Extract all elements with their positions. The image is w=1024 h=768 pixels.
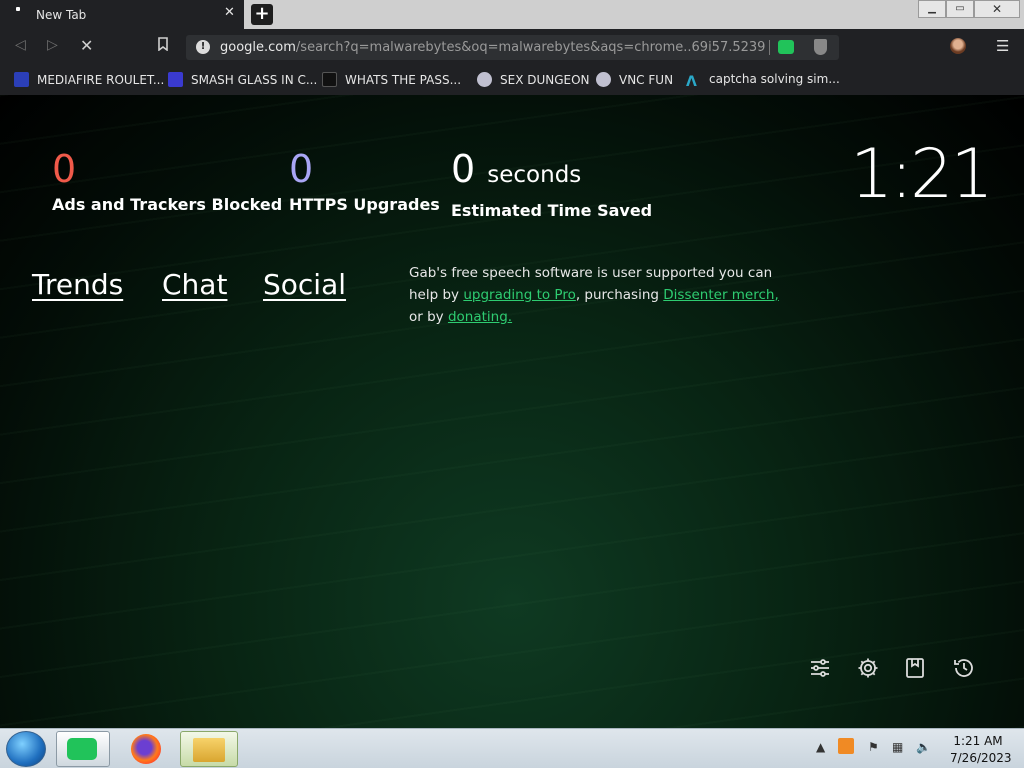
puzzle-icon [477,72,492,87]
bookmark-label: VNC FUN [619,73,674,87]
close-window-button[interactable]: ✕ [974,0,1020,18]
history-icon[interactable] [952,656,976,680]
https-upgrades-label: HTTPS Upgrades [289,195,440,214]
network-icon[interactable]: ▦ [892,740,903,754]
system-date: 7/26/2023 [950,751,1012,765]
firefox-icon [131,734,161,764]
mediafire-icon [14,72,29,87]
bookmark-item[interactable]: MEDIAFIRE ROULET... [14,72,164,88]
show-hidden-icons-icon[interactable]: ▲ [816,740,825,754]
menu-icon[interactable]: ☰ [996,37,1009,55]
bookmark-label: SEX DUNGEON [500,73,590,87]
bookmarks-icon[interactable] [903,656,927,680]
folder-icon [193,738,225,762]
stop-loading-icon[interactable]: ✕ [80,36,93,55]
new-tab-button[interactable]: + [251,4,273,25]
bookmark-label: MEDIAFIRE ROULET... [37,73,165,87]
https-upgrades-count: 0 [289,147,314,191]
ads-blocked-label: Ads and Trackers Blocked [52,195,283,214]
shield-extension-icon[interactable] [814,39,827,55]
promo-comma: , [774,287,779,303]
gab-chat-icon [67,738,97,760]
https-upgrades-stat: 0 HTTPS Upgrades [289,149,440,214]
tray-app-icon[interactable] [838,738,854,754]
trends-link[interactable]: Trends [32,268,123,301]
new-tab-page: 0 Ads and Trackers Blocked 0 HTTPS Upgra… [0,95,1024,728]
chat-link[interactable]: Chat [162,268,227,301]
taskbar-explorer[interactable] [180,731,238,767]
time-saved-count: 0 [451,147,476,191]
browser-toolbar: ◁ ▷ ✕ ! google.com/search?q=malwarebytes… [0,29,1024,65]
lambda-icon: Λ [686,74,697,90]
bookmark-label: captcha solving sim... [709,72,840,86]
promo-period: . [507,309,513,325]
tab-favicon-icon [16,7,20,11]
time-saved-stat: 0 seconds Estimated Time Saved [451,149,652,220]
url-host: google.com [220,40,296,55]
profile-avatar-icon[interactable] [950,38,966,54]
omnibox-divider [769,40,770,55]
url-text[interactable]: google.com/search?q=malwarebytes&oq=malw… [220,40,765,55]
system-clock[interactable]: 1:21 AM 7/26/2023 [950,733,1012,767]
tab-title: New Tab [36,8,87,22]
ads-blocked-stat: 0 Ads and Trackers Blocked [52,149,282,214]
bookmark-item[interactable]: SMASH GLASS IN C... [168,72,317,88]
bookmark-label: SMASH GLASS IN C... [191,73,318,87]
start-button[interactable] [6,731,46,767]
dissenter-merch-link[interactable]: Dissenter merch [663,287,774,303]
customize-sliders-icon[interactable] [808,656,832,680]
tab-new-tab[interactable]: New Tab ✕ [0,0,244,29]
gear-icon[interactable] [856,656,880,680]
support-message: Gab's free speech software is user suppo… [409,262,789,328]
donating-link[interactable]: donating [448,309,508,325]
promo-text: , purchasing [575,287,664,303]
taskbar-firefox[interactable] [126,731,166,767]
bookmark-item[interactable]: WHATS THE PASS... [322,72,461,88]
taskbar-gab-app[interactable] [56,731,110,767]
sigma-icon [168,72,183,87]
forward-icon[interactable]: ▷ [47,37,58,53]
url-path: /search?q=malwarebytes&oq=malwarebytes&a… [295,40,765,55]
time-saved-unit: seconds [487,162,582,188]
action-center-flag-icon[interactable]: ⚑ [868,740,879,754]
minimize-button[interactable]: ▁ [918,0,946,18]
ads-blocked-count: 0 [52,147,77,191]
gab-extension-icon[interactable] [778,40,794,54]
system-time: 1:21 AM [953,734,1003,748]
upgrade-pro-link[interactable]: upgrading to Pro [463,287,576,303]
back-icon[interactable]: ◁ [15,37,26,53]
maximize-button[interactable]: ▭ [946,0,974,18]
volume-icon[interactable]: 🔈 [916,740,931,754]
site-info-icon[interactable]: ! [196,40,210,54]
bookmark-item[interactable]: SEX DUNGEON [477,72,590,88]
promo-text: or by [409,309,448,325]
social-link[interactable]: Social [263,268,346,301]
taskbar: ▲ ⚑ ▦ 🔈 1:21 AM 7/26/2023 [0,728,1024,768]
address-bar[interactable]: ! google.com/search?q=malwarebytes&oq=ma… [186,35,839,60]
lock-icon [322,72,337,87]
tab-strip: New Tab ✕ + ▁ ▭ ✕ [0,0,1024,29]
bookmarks-bar: MEDIAFIRE ROULET... SMASH GLASS IN C... … [0,65,1024,95]
tab-close-icon[interactable]: ✕ [224,5,235,20]
time-saved-label: Estimated Time Saved [451,201,653,220]
bookmark-item[interactable]: Λcaptcha solving sim... [686,72,840,90]
puzzle-icon [596,72,611,87]
bookmark-icon[interactable] [157,37,169,55]
bookmark-item[interactable]: VNC FUN [596,72,673,88]
bookmark-label: WHATS THE PASS... [345,73,462,87]
clock: 1:21 [850,135,994,214]
